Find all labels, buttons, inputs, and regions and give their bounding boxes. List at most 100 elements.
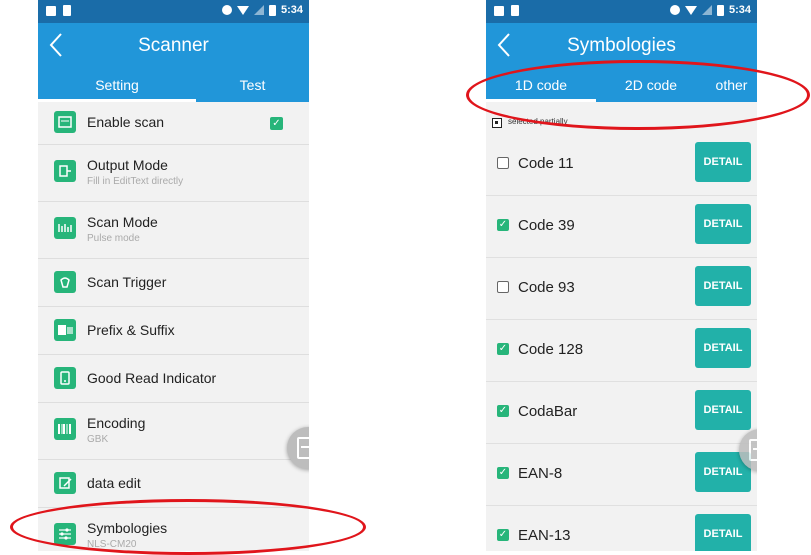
symbology-row-ean-8: ✓ EAN-8 DETAIL: [486, 443, 757, 506]
symbology-name: Code 128: [518, 341, 584, 358]
tab-label: 1D code: [514, 77, 568, 93]
legend-text: selected partially: [508, 117, 568, 126]
scanner-screen: 5:34 Scanner Setting Test Enable scan ✓: [38, 0, 309, 551]
signal-icon: [253, 5, 264, 15]
tab-label: 2D code: [624, 77, 678, 93]
symbology-checkbox[interactable]: [497, 157, 509, 169]
symbology-checkbox[interactable]: ✓: [497, 405, 509, 417]
item-title: Output Mode: [87, 157, 168, 173]
list-item-good-read-indicator[interactable]: Good Read Indicator: [38, 355, 309, 403]
back-arrow-icon[interactable]: [46, 31, 68, 59]
page-title: Scanner: [138, 34, 209, 56]
tab-other[interactable]: other: [706, 68, 757, 102]
back-arrow-icon[interactable]: [494, 31, 516, 59]
item-subtitle: Fill in EditText directly: [87, 176, 184, 187]
prefix-suffix-icon: [54, 319, 76, 341]
symbology-name: Code 93: [518, 279, 575, 296]
tab-1d-code[interactable]: 1D code: [486, 68, 596, 102]
signal-icon: [701, 5, 712, 15]
status-bar: 5:34: [486, 0, 757, 23]
symbology-name: CodaBar: [518, 403, 578, 420]
item-title: data edit: [87, 475, 141, 491]
encoding-icon: [54, 418, 76, 440]
list-item-data-edit[interactable]: data edit: [38, 460, 309, 508]
list-item-output-mode[interactable]: Output Mode Fill in EditText directly: [38, 145, 309, 202]
wifi-icon: [236, 5, 249, 15]
symbologies-screen: 5:34 Symbologies 1D code 2D code other s…: [486, 0, 757, 551]
document-notification-icon: [63, 5, 71, 16]
image-notification-icon: [46, 6, 56, 16]
item-title: Symbologies: [87, 520, 168, 536]
scan-mode-icon: [54, 217, 76, 239]
list-item-prefix-suffix[interactable]: Prefix & Suffix: [38, 307, 309, 355]
detail-button[interactable]: DETAIL: [695, 390, 751, 430]
detail-button[interactable]: DETAIL: [695, 328, 751, 368]
symbology-row-ean-13: ✓ EAN-13 DETAIL: [486, 505, 757, 551]
detail-button[interactable]: DETAIL: [695, 514, 751, 551]
item-title: Encoding: [87, 415, 146, 431]
symbology-name: Code 39: [518, 217, 575, 234]
data-edit-icon: [54, 472, 76, 494]
tab-bar: Setting Test: [38, 68, 309, 102]
symbology-row-code-93: Code 93 DETAIL: [486, 257, 757, 320]
item-subtitle: NLS-CM20: [87, 539, 137, 550]
tab-setting[interactable]: Setting: [38, 68, 196, 102]
item-title: Prefix & Suffix: [87, 322, 175, 338]
app-bar: Scanner: [38, 23, 309, 68]
status-time: 5:34: [280, 4, 303, 16]
image-notification-icon: [494, 6, 504, 16]
list-item-encoding[interactable]: Encoding GBK: [38, 403, 309, 460]
status-circle-icon: [221, 5, 232, 15]
list-item-symbologies[interactable]: Symbologies NLS-CM20: [38, 508, 309, 551]
item-title: Good Read Indicator: [87, 370, 217, 386]
item-title: Enable scan: [87, 114, 165, 130]
detail-button[interactable]: DETAIL: [695, 204, 751, 244]
partial-selection-icon: [492, 118, 502, 128]
scan-frame-icon: [297, 437, 309, 459]
enable-scan-icon: [54, 111, 76, 133]
tab-2d-code[interactable]: 2D code: [596, 68, 706, 102]
symbology-name: EAN-8: [518, 465, 563, 482]
battery-icon: [268, 4, 276, 16]
detail-button[interactable]: DETAIL: [695, 266, 751, 306]
symbology-checkbox[interactable]: ✓: [497, 343, 509, 355]
symbology-checkbox[interactable]: [497, 281, 509, 293]
selection-legend: selected partially: [486, 117, 757, 131]
symbology-row-codabar: ✓ CodaBar DETAIL: [486, 381, 757, 444]
item-subtitle: GBK: [87, 434, 109, 445]
app-bar: Symbologies: [486, 23, 757, 68]
scan-frame-icon: [749, 439, 757, 461]
wifi-icon: [684, 5, 697, 15]
tab-test[interactable]: Test: [196, 68, 309, 102]
item-title: Scan Trigger: [87, 274, 167, 290]
settings-list: Enable scan ✓ Output Mode Fill in EditTe…: [38, 102, 309, 551]
symbology-row-code-39: ✓ Code 39 DETAIL: [486, 195, 757, 258]
output-mode-icon: [54, 160, 76, 182]
symbology-name: EAN-13: [518, 527, 571, 544]
status-time: 5:34: [728, 4, 751, 16]
enable-scan-checkbox[interactable]: ✓: [270, 117, 283, 130]
page-title: Symbologies: [567, 34, 676, 56]
symbology-name: Code 11: [518, 155, 574, 172]
item-title: Scan Mode: [87, 214, 158, 230]
symbology-row-code-128: ✓ Code 128 DETAIL: [486, 319, 757, 382]
item-subtitle: Pulse mode: [87, 233, 140, 244]
list-item-scan-mode[interactable]: Scan Mode Pulse mode: [38, 202, 309, 259]
detail-button[interactable]: DETAIL: [695, 142, 751, 182]
symbology-row-code-11: Code 11 DETAIL: [486, 133, 757, 196]
tab-bar: 1D code 2D code other: [486, 68, 757, 102]
tab-label: other: [715, 77, 748, 93]
battery-icon: [716, 4, 724, 16]
status-circle-icon: [669, 5, 680, 15]
status-bar: 5:34: [38, 0, 309, 23]
tab-label: Test: [239, 77, 266, 93]
list-item-scan-trigger[interactable]: Scan Trigger: [38, 259, 309, 307]
list-item-enable-scan[interactable]: Enable scan ✓: [38, 102, 309, 145]
symbology-checkbox[interactable]: ✓: [497, 529, 509, 541]
good-read-icon: [54, 367, 76, 389]
document-notification-icon: [511, 5, 519, 16]
scan-trigger-icon: [54, 271, 76, 293]
symbology-checkbox[interactable]: ✓: [497, 467, 509, 479]
tab-label: Setting: [95, 77, 139, 93]
symbology-checkbox[interactable]: ✓: [497, 219, 509, 231]
